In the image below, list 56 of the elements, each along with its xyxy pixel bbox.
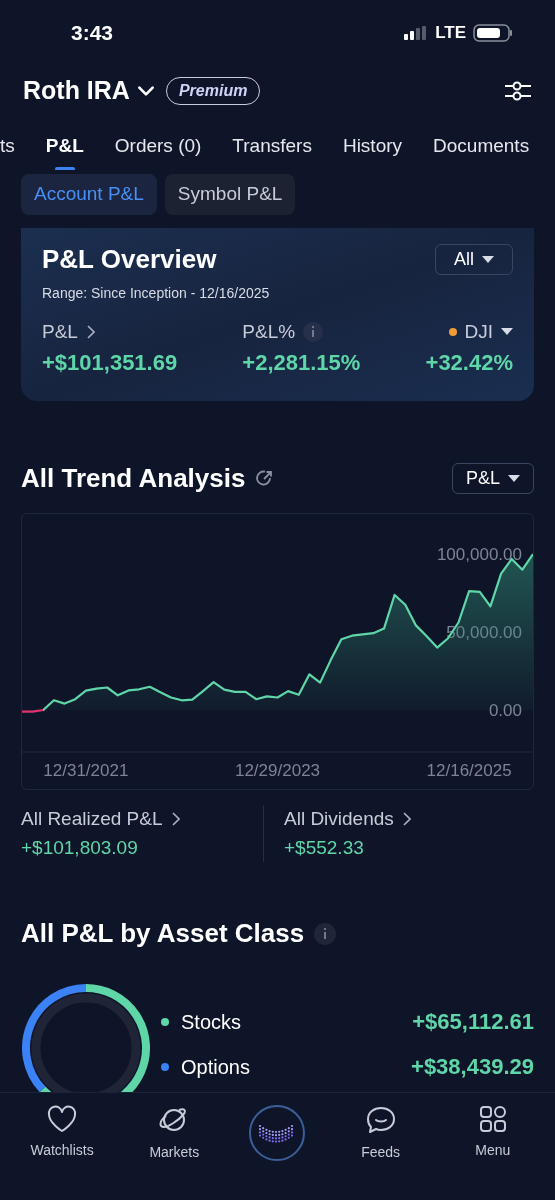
metric-value: +32.42% [425, 349, 513, 377]
heart-icon [46, 1105, 79, 1133]
tab[interactable]: Documents [433, 132, 530, 170]
chat-bubble-icon [364, 1105, 397, 1135]
legend-label: Stocks [181, 1009, 242, 1035]
tab[interactable]: Orders (0) [114, 132, 202, 170]
metric-label: P&L% [242, 319, 296, 344]
metric-label: DJI [464, 319, 493, 344]
legend-value: +$38,439.29 [411, 1053, 534, 1081]
axis-tick-label: 12/16/2025 [426, 761, 512, 780]
chevron-right-icon[interactable] [170, 812, 180, 827]
range-dropdown[interactable]: All [435, 244, 513, 275]
nav-tab[interactable]: Markets [129, 1105, 220, 1163]
account-selector[interactable]: Roth IRA [23, 72, 156, 110]
legend-value: +$65,112.61 [412, 1008, 534, 1036]
tab[interactable]: History [342, 132, 403, 170]
info-icon[interactable] [314, 922, 337, 945]
section-title: All Trend Analysis [21, 462, 246, 495]
range-text: Range: Since Inception - 12/16/2025 [42, 284, 271, 303]
settings-sliders-icon[interactable] [505, 80, 531, 102]
segment-tab[interactable]: Symbol P&L [164, 174, 296, 215]
tab[interactable]: ts [0, 132, 15, 170]
stat-value: +$552.33 [284, 835, 365, 860]
chevron-right-icon[interactable] [85, 325, 95, 339]
caret-down-icon [508, 474, 520, 483]
chevron-right-icon[interactable] [401, 812, 411, 827]
axis-tick-label: 12/31/2021 [43, 761, 129, 780]
metric-value: +$101,351.69 [42, 349, 178, 377]
info-icon[interactable] [303, 322, 324, 342]
metric-label[interactable]: P&L [42, 317, 78, 347]
nav-tab[interactable]: Menu [447, 1105, 538, 1161]
tab[interactable]: P&L [45, 132, 84, 170]
axis-tick-label: 0.00 [488, 701, 522, 720]
battery-icon [473, 24, 513, 42]
section-title: All P&L by Asset Class [21, 917, 305, 950]
stat-value: +$101,803.09 [21, 835, 139, 860]
nav-tab[interactable]: Feeds [335, 1105, 426, 1163]
dot-icon [448, 328, 457, 336]
share-icon[interactable] [255, 469, 274, 488]
metric-dropdown[interactable]: P&L [451, 463, 534, 494]
grid-icon [478, 1105, 507, 1133]
stat-label[interactable]: All Dividends [284, 805, 394, 834]
signal-icon [404, 26, 429, 40]
axis-tick-label: 100,000.00 [436, 544, 522, 564]
segment-tab[interactable]: Account P&L [21, 174, 157, 215]
caret-down-icon [501, 328, 513, 336]
nav-tab[interactable]: Watchlists [17, 1105, 108, 1161]
caret-down-icon [482, 255, 494, 264]
axis-tick-label: 12/29/2023 [234, 761, 321, 780]
legend-label: Options [181, 1054, 250, 1080]
card-title: P&L Overview [42, 243, 217, 276]
network-label: LTE [435, 22, 466, 45]
metric-value: +2,281.15% [242, 349, 361, 377]
tab[interactable]: Transfers [232, 132, 312, 170]
status-time: 3:43 [71, 20, 114, 47]
stat-label[interactable]: All Realized P&L [21, 805, 163, 834]
